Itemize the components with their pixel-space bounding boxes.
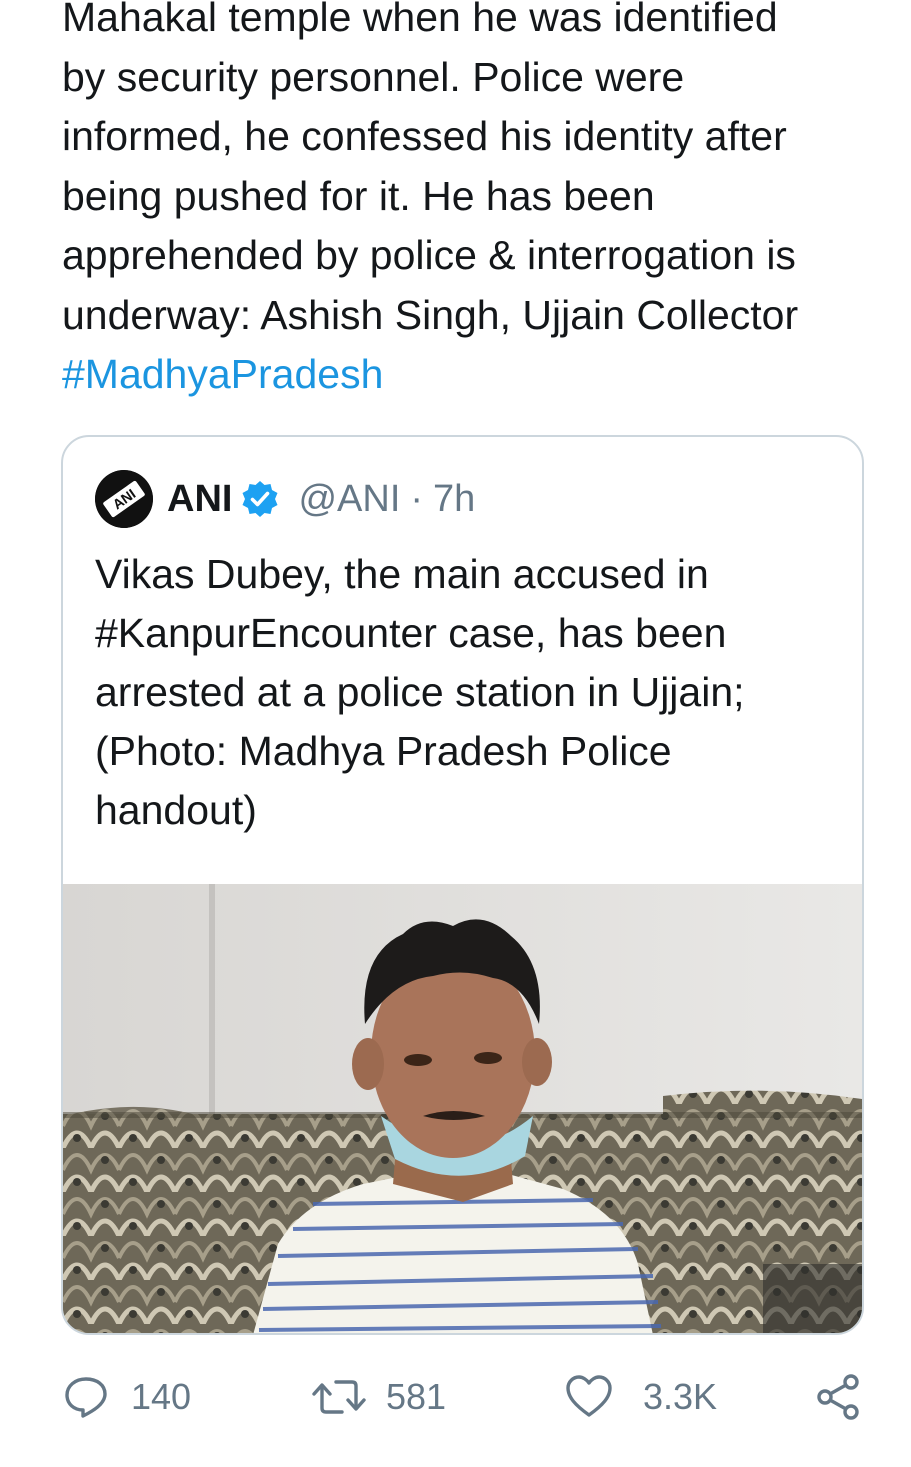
tweet-text-line: Mahakal temple when he was identified (62, 0, 778, 40)
quoted-tweet-header: ANI ANI @ANI · 7h (95, 469, 475, 529)
reply-button[interactable]: 140 (63, 1362, 191, 1432)
separator-dot: · (410, 477, 424, 520)
quoted-author-name[interactable]: ANI (167, 478, 232, 521)
quoted-tweet-text: Vikas Dubey, the main accused in #Kanpur… (95, 545, 835, 840)
like-icon (566, 1375, 612, 1417)
quoted-text-line: Vikas Dubey, the main accused in (95, 551, 709, 597)
tweet-text-line: being pushed for it. He has been (62, 172, 655, 219)
tweet-text: Mahakal temple when he was identified by… (62, 0, 882, 405)
like-button[interactable]: 3.3K (565, 1362, 717, 1432)
reply-icon (65, 1377, 107, 1418)
quoted-text-line: (Photo: Madhya Pradesh Police (95, 728, 672, 774)
hashtag-link[interactable]: #MadhyaPradesh (62, 345, 882, 405)
tweet-photo[interactable] (63, 884, 862, 1333)
quoted-text-line: arrested at a police station in Ujjain; (95, 669, 745, 715)
verified-badge-icon (240, 479, 280, 519)
ani-avatar[interactable]: ANI (95, 470, 153, 528)
retweet-button[interactable]: 581 (312, 1362, 446, 1432)
tweet-text-line: underway: Ashish Singh, Ujjain Collector (62, 291, 799, 338)
like-count: 3.3K (643, 1376, 718, 1417)
quoted-timestamp[interactable]: 7h (433, 478, 475, 521)
tweet-action-bar: 140 581 3.3K (0, 1362, 911, 1432)
quoted-text-line: handout) (95, 787, 257, 833)
share-button[interactable] (815, 1362, 863, 1432)
tweet-text-line: apprehended by police & interrogation is (62, 232, 796, 278)
quoted-author-handle[interactable]: @ANI (298, 478, 400, 521)
quoted-tweet-card[interactable]: ANI ANI @ANI · 7h Vikas Dubey, the main … (61, 435, 864, 1335)
reply-count: 140 (131, 1376, 192, 1417)
tweet-text-line: by security personnel. Police were (62, 53, 685, 100)
share-icon (817, 1374, 859, 1420)
retweet-icon (312, 1380, 366, 1414)
tweet-text-line: informed, he confessed his identity afte… (62, 113, 787, 159)
retweet-count: 581 (386, 1376, 447, 1417)
quoted-text-line: #KanpurEncounter case, has been (95, 610, 727, 656)
